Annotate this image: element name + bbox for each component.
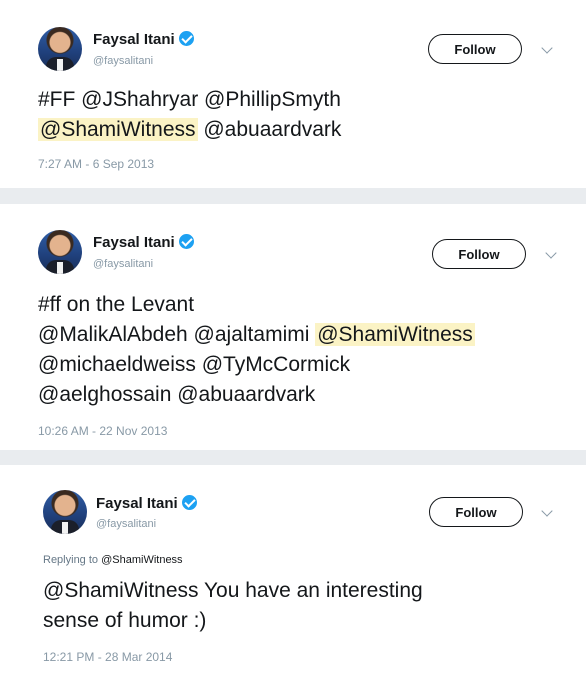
tweet-line: @MalikAlAbdeh @ajaltamimi @ShamiWitness [38, 320, 475, 350]
chevron-down-icon[interactable] [541, 505, 553, 517]
tweet-text-segment: #ff on the Levant [38, 293, 195, 316]
highlighted-mention[interactable]: @ShamiWitness [315, 323, 475, 346]
follow-button[interactable]: Follow [432, 239, 526, 269]
author-handle[interactable]: @faysalitani [93, 55, 153, 67]
chevron-down-icon[interactable] [545, 247, 557, 259]
author-handle[interactable]: @faysalitani [96, 518, 156, 530]
author-name-text[interactable]: Faysal Itani [96, 495, 178, 512]
tweet-text-segment: #FF @JShahryar @PhillipSmyth [38, 88, 341, 111]
tweet-text: @ShamiWitness You have an interesting se… [43, 576, 423, 636]
author-name-text[interactable]: Faysal Itani [93, 31, 175, 48]
avatar[interactable] [38, 27, 82, 71]
tweet-line: #ff on the Levant [38, 290, 475, 320]
tweet-line: @ShamiWitness @abuaardvark [38, 115, 341, 145]
author-name[interactable]: Faysal Itani [96, 495, 197, 512]
tweet-line: sense of humor :) [43, 606, 423, 636]
tweet-card-2: Faysal Itani @faysalitani Follow #ff on … [0, 204, 586, 450]
avatar[interactable] [43, 490, 87, 534]
author-handle[interactable]: @faysalitani [93, 258, 153, 270]
highlighted-mention[interactable]: @ShamiWitness [38, 118, 198, 141]
tweet-text-segment: @abuaardvark [197, 118, 342, 141]
replying-to-label: Replying to [43, 554, 102, 566]
tweet-text: #ff on the Levant @MalikAlAbdeh @ajaltam… [38, 290, 475, 410]
tweet-text-segment: @MalikAlAbdeh @ajaltamimi [38, 323, 316, 346]
verified-badge-icon [181, 495, 197, 510]
tweet-card-1: Faysal Itani @faysalitani Follow #FF @JS… [0, 0, 586, 188]
tweet-text: #FF @JShahryar @PhillipSmyth @ShamiWitne… [38, 85, 341, 145]
verified-badge-icon [178, 31, 194, 46]
replying-to-handle[interactable]: @ShamiWitness [101, 554, 182, 566]
author-name-text[interactable]: Faysal Itani [93, 234, 175, 251]
tweet-timestamp[interactable]: 12:21 PM - 28 Mar 2014 [43, 650, 172, 664]
tweet-line: @ShamiWitness You have an interesting [43, 576, 423, 606]
author-name[interactable]: Faysal Itani [93, 234, 194, 251]
tweet-line: #FF @JShahryar @PhillipSmyth [38, 85, 341, 115]
tweet-card-3: Faysal Itani @faysalitani Follow Replyin… [0, 465, 586, 676]
avatar[interactable] [38, 230, 82, 274]
follow-button[interactable]: Follow [428, 34, 522, 64]
follow-button[interactable]: Follow [429, 497, 523, 527]
replying-to: Replying to @ShamiWitness [43, 554, 183, 566]
tweet-text-segment: @michaeldweiss @TyMcCormick [38, 353, 351, 376]
tweet-text-segment: @ShamiWitness You have an interesting [43, 579, 423, 602]
tweet-line: @aelghossain @abuaardvark [38, 380, 475, 410]
verified-badge-icon [178, 234, 194, 249]
tweet-text-segment: @aelghossain @abuaardvark [38, 383, 316, 406]
tweet-line: @michaeldweiss @TyMcCormick [38, 350, 475, 380]
tweet-timestamp[interactable]: 10:26 AM - 22 Nov 2013 [38, 424, 167, 438]
tweet-text-segment: sense of humor :) [43, 609, 207, 632]
chevron-down-icon[interactable] [541, 42, 553, 54]
tweet-timestamp[interactable]: 7:27 AM - 6 Sep 2013 [38, 157, 154, 171]
author-name[interactable]: Faysal Itani [93, 31, 194, 48]
